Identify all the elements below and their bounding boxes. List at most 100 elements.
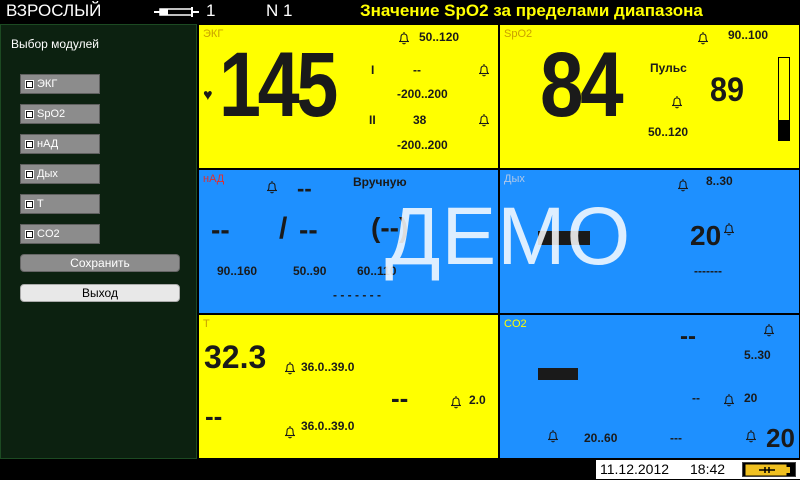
lead-2-label: II xyxy=(369,113,376,127)
measurement-time: - - - - - - - xyxy=(333,288,381,302)
module-label: CO2 xyxy=(37,228,60,240)
nibp-mode: Вручную xyxy=(353,175,407,189)
resp-dashes: ------- xyxy=(694,264,722,278)
co2-label: CO2 xyxy=(504,318,527,330)
alarm-message: Значение SpO2 за пределами диапазона xyxy=(360,1,703,20)
checkbox-icon[interactable] xyxy=(25,169,34,179)
module-label: ЭКГ xyxy=(37,78,58,90)
module-toggle-spo2[interactable]: SpO2 xyxy=(20,104,100,124)
temp-2-limits: 36.0..39.0 xyxy=(301,419,355,433)
module-toggle-nibp[interactable]: нАД xyxy=(20,134,100,154)
systolic-value: -- xyxy=(211,214,230,245)
lead-2-value: 38 xyxy=(413,113,427,127)
spo2-label: SpO2 xyxy=(504,28,533,40)
nibp-top-value: -- xyxy=(297,176,312,201)
module-label: Т xyxy=(37,198,44,210)
heart-icon: ♥ xyxy=(203,87,213,104)
resp-rate-value: 20 xyxy=(690,220,722,251)
temperature-panel[interactable]: Т 32.3 36.0..39.0 -- 2.0 -- 36.0..39.0 xyxy=(198,314,499,459)
spo2-value: 84 xyxy=(540,34,624,136)
module-toggle-temp[interactable]: Т xyxy=(20,194,100,214)
ecg-panel[interactable]: ЭКГ ♥ 145 50..120 I -- -200..200 II 38 -… xyxy=(198,24,499,169)
datetime-box: 11.12.2012 18:42 xyxy=(596,460,800,479)
resp-label: Дых xyxy=(504,173,525,185)
battery-icon xyxy=(745,464,790,476)
signal-strength-bar xyxy=(778,57,790,141)
alarm-bell-icon xyxy=(722,222,736,236)
alarm-bell-icon xyxy=(546,429,560,443)
pulse-limits: 50..120 xyxy=(648,125,689,139)
delta-temp-limit: 2.0 xyxy=(469,393,486,407)
checkbox-icon[interactable] xyxy=(25,229,34,239)
awrr-value: --- xyxy=(670,431,682,445)
module-toggle-co2[interactable]: CO2 xyxy=(20,224,100,244)
dia-limits: 50..90 xyxy=(293,264,327,278)
save-button[interactable]: Сохранить xyxy=(20,254,180,272)
checkbox-icon[interactable] xyxy=(25,79,34,89)
pulse-label: Пульс xyxy=(650,61,687,75)
nibp-label: нАД xyxy=(203,173,225,185)
sidebar-title: Выбор модулей xyxy=(11,37,99,51)
alarm-bell-icon xyxy=(477,63,491,77)
alarm-bell-icon xyxy=(696,31,710,45)
module-label: Дых xyxy=(37,168,58,180)
awrr-limits: 20..60 xyxy=(584,431,618,445)
alarm-bell-icon xyxy=(265,180,279,194)
alarm-bell-icon xyxy=(397,31,411,45)
temp-1-value: 32.3 xyxy=(204,339,267,375)
lead-1-value: -- xyxy=(413,63,421,77)
fico2-value: -- xyxy=(692,391,700,405)
status-bar: ВЗРОСЛЫЙ 1 N 1 Значение SpO2 за пределам… xyxy=(0,0,800,24)
alarm-bell-icon xyxy=(283,361,297,375)
hr-limits: 50..120 xyxy=(419,30,460,44)
alarm-bell-icon xyxy=(477,113,491,127)
lead-1-label: I xyxy=(371,63,375,77)
battery-indicator xyxy=(742,462,796,477)
co2-value-placeholder xyxy=(538,368,578,380)
exit-button[interactable]: Выход xyxy=(20,284,180,302)
checkbox-icon[interactable] xyxy=(25,199,34,209)
spo2-limits: 90..100 xyxy=(728,28,769,42)
heart-rate-value: 145 xyxy=(219,34,338,136)
module-label: нАД xyxy=(37,138,59,150)
date-display: 11.12.2012 xyxy=(600,461,670,477)
co2-panel[interactable]: CO2 -- 5..30 -- 20 20..60 --- 20 xyxy=(499,314,800,459)
alarm-bell-icon xyxy=(449,395,463,409)
module-toggle-ecg[interactable]: ЭКГ xyxy=(20,74,100,94)
fico2-limit: 20 xyxy=(744,391,758,405)
checkbox-icon[interactable] xyxy=(25,109,34,119)
sys-limits: 90..160 xyxy=(217,264,258,278)
temp-2-value: -- xyxy=(205,401,223,431)
mean-value: (--) xyxy=(371,212,409,243)
resp-value-placeholder xyxy=(538,231,590,245)
alarm-bell-icon xyxy=(762,323,776,337)
signal-strength-fill xyxy=(779,119,789,140)
slash-separator: / xyxy=(279,212,288,245)
etco2-limits: 5..30 xyxy=(744,348,771,362)
co2-rr-value: 20 xyxy=(766,423,795,453)
time-display: 18:42 xyxy=(690,461,726,477)
module-label: SpO2 xyxy=(37,108,66,120)
checkbox-icon[interactable] xyxy=(25,139,34,149)
patient-mode[interactable]: ВЗРОСЛЫЙ xyxy=(6,1,101,21)
module-toggle-resp[interactable]: Дых xyxy=(20,164,100,184)
syringe-icon xyxy=(154,7,199,17)
lead-1-limits: -200..200 xyxy=(397,87,448,101)
patient-number: 1 xyxy=(206,1,216,20)
alarm-bell-icon xyxy=(670,95,684,109)
etco2-value: -- xyxy=(680,323,696,350)
mean-limits: 60..110 xyxy=(357,264,397,278)
alarm-bell-icon xyxy=(744,429,758,443)
spo2-panel[interactable]: SpO2 90..100 84 Пульс 89 50..120 xyxy=(499,24,800,169)
bed-number: N 1 xyxy=(266,1,293,20)
alarm-bell-icon xyxy=(676,178,690,192)
diastolic-value: -- xyxy=(299,214,318,245)
resp-panel[interactable]: Дых 8..30 20 ------- xyxy=(499,169,800,314)
lead-2-limits: -200..200 xyxy=(397,138,448,152)
temp-label: Т xyxy=(203,318,210,330)
pulse-value: 89 xyxy=(710,71,745,109)
resp-limits: 8..30 xyxy=(706,174,733,188)
temp-1-limits: 36.0..39.0 xyxy=(301,360,355,374)
delta-temp-value: -- xyxy=(391,383,409,413)
nibp-panel[interactable]: нАД -- Вручную -- / -- (--) 90..160 50..… xyxy=(198,169,499,314)
